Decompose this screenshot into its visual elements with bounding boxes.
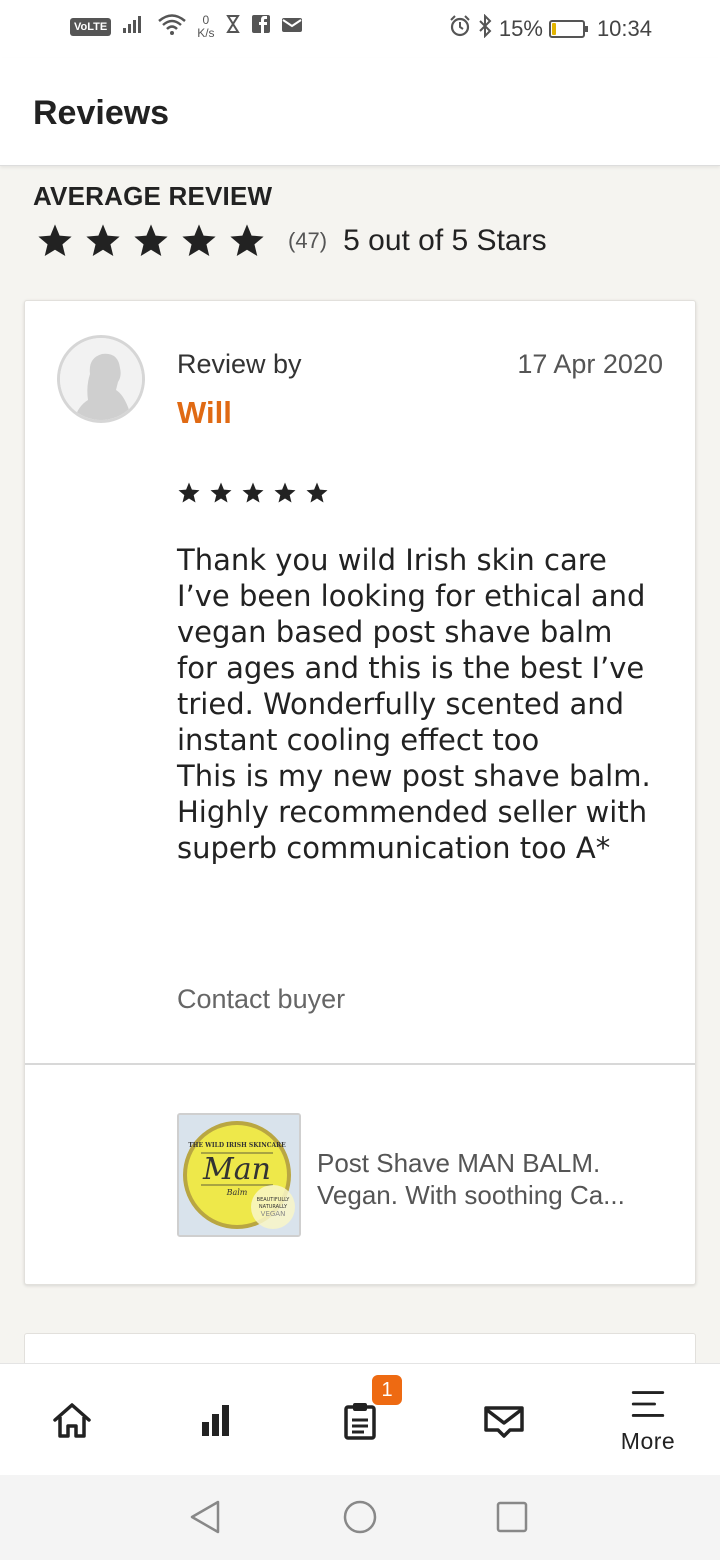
menu-icon <box>631 1390 665 1417</box>
nav-messages[interactable] <box>462 1364 546 1476</box>
product-image-brand: THE WILD IRISH SKINCARE <box>188 1142 286 1149</box>
status-right: 15% 10:34 <box>449 13 652 44</box>
star-icon <box>86 224 120 257</box>
nav-more-label: More <box>620 1427 676 1454</box>
status-left: VoLTE 0 K/s <box>70 12 303 42</box>
home-circle-icon <box>343 1500 377 1534</box>
battery-icon <box>548 20 588 38</box>
speed-unit: K/s <box>197 26 215 40</box>
product-title-link[interactable]: Post Shave MAN BALM. Vegan. With soothin… <box>317 1147 677 1211</box>
hourglass-icon <box>225 14 241 40</box>
clock: 10:34 <box>596 16 652 41</box>
product-title-line2: Vegan. With soothing Ca... <box>317 1180 625 1210</box>
review-by-label: Review by <box>177 349 302 379</box>
review-stars <box>177 481 329 505</box>
star-icon <box>230 224 264 257</box>
average-review-row: (47) 5 out of 5 Stars <box>36 222 547 260</box>
product-image-tag1: BEAUTIFULLY <box>257 1197 291 1203</box>
product-title-line1: Post Shave MAN BALM. <box>317 1148 601 1178</box>
product-image-tag3: VEGAN <box>261 1210 286 1218</box>
home-icon <box>53 1403 91 1438</box>
orders-badge: 1 <box>370 1373 404 1407</box>
system-back-button[interactable] <box>188 1499 224 1540</box>
star-icon <box>274 482 296 503</box>
system-recents-button[interactable] <box>494 1499 530 1540</box>
battery-percent: 15% <box>498 16 543 41</box>
product-image-name: Man <box>202 1152 271 1187</box>
product-image-sub: Balm <box>226 1188 248 1197</box>
nav-orders[interactable]: 1 <box>318 1364 404 1476</box>
star-icon <box>38 224 72 257</box>
default-avatar-icon <box>60 338 142 420</box>
review-text: Thank you wild Irish skin care I’ve been… <box>177 543 651 865</box>
star-icon <box>178 482 200 503</box>
star-icon <box>242 482 264 503</box>
signal-icon <box>121 13 147 41</box>
back-triangle-icon <box>190 1500 220 1534</box>
nav-more[interactable]: More <box>600 1364 696 1476</box>
review-card: Review by Will 17 Apr 2020 Thank you wil… <box>24 300 696 1285</box>
star-icon <box>210 482 232 503</box>
average-review-label: AVERAGE REVIEW <box>33 181 273 211</box>
wifi-icon <box>157 12 187 42</box>
nav-home[interactable] <box>30 1364 114 1476</box>
star-icon <box>182 224 216 257</box>
system-home-button[interactable] <box>342 1499 378 1540</box>
page-title: Reviews <box>33 94 170 132</box>
contact-buyer-link[interactable]: Contact buyer <box>177 984 345 1015</box>
bottom-nav: 1 More <box>0 1363 720 1475</box>
star-icon <box>134 224 168 257</box>
envelope-icon <box>484 1406 524 1438</box>
facebook-icon <box>251 14 271 40</box>
avatar[interactable] <box>57 335 145 423</box>
speed-value: 0 <box>202 13 210 27</box>
product-thumbnail[interactable]: THE WILD IRISH SKINCARE Man Balm BEAUTIF… <box>177 1113 301 1237</box>
average-stars <box>36 222 266 260</box>
product-image: THE WILD IRISH SKINCARE Man Balm BEAUTIF… <box>179 1115 299 1235</box>
mail-icon <box>281 14 303 40</box>
average-rating-text: 5 out of 5 Stars <box>343 224 547 257</box>
alarm-icon <box>449 15 471 43</box>
divider <box>25 1063 695 1065</box>
volte-indicator: VoLTE <box>70 18 112 36</box>
bluetooth-icon <box>477 13 493 44</box>
battery-fill <box>551 23 557 35</box>
bar-chart-icon <box>202 1405 229 1436</box>
reviewer-name-link[interactable]: Will <box>177 395 232 431</box>
recents-square-icon <box>496 1501 528 1533</box>
app-header: Reviews <box>0 58 720 166</box>
status-bar: VoLTE 0 K/s 15% 10:34 <box>0 0 720 58</box>
review-count: (47) <box>288 228 328 253</box>
review-date: 17 Apr 2020 <box>517 349 663 379</box>
nav-stats[interactable] <box>174 1364 258 1476</box>
system-nav <box>0 1475 720 1560</box>
star-icon <box>306 482 328 503</box>
network-speed: 0 K/s <box>197 14 214 40</box>
